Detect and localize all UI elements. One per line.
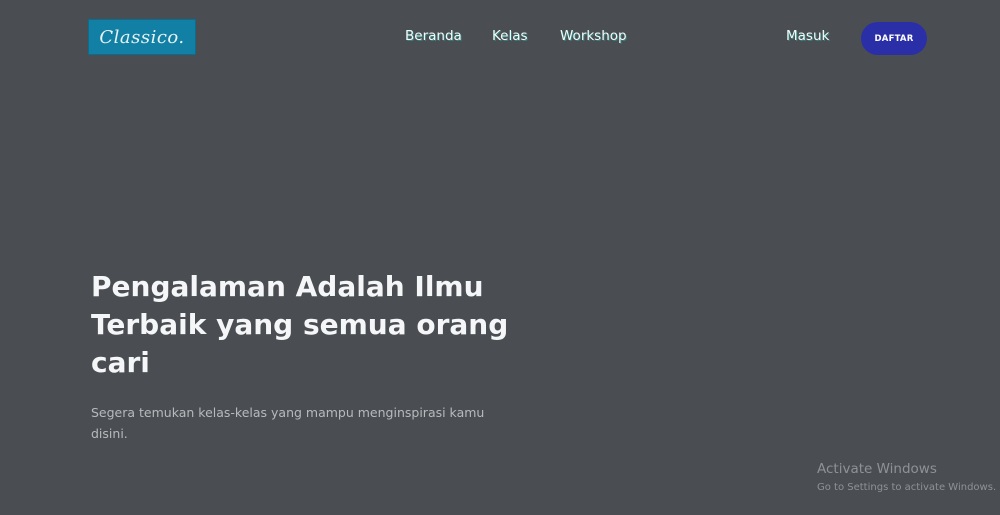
hero-title: Pengalaman Adalah Ilmu Terbaik yang semu…	[91, 270, 509, 379]
watermark-title: Activate Windows	[817, 461, 937, 477]
signup-button[interactable]: DAFTAR	[861, 22, 927, 55]
page: Classico. Beranda Kelas Workshop Masuk D…	[0, 0, 1000, 515]
login-link[interactable]: Masuk	[786, 28, 829, 44]
nav-link-workshop[interactable]: Workshop	[560, 28, 627, 44]
nav-link-kelas[interactable]: Kelas	[492, 28, 528, 44]
nav-link-beranda[interactable]: Beranda	[405, 28, 462, 44]
watermark-subtitle: Go to Settings to activate Windows.	[817, 482, 997, 493]
logo[interactable]: Classico.	[88, 19, 196, 55]
hero-subtitle: Segera temukan kelas-kelas yang mampu me…	[91, 405, 485, 441]
logo-text: Classico.	[99, 26, 185, 48]
